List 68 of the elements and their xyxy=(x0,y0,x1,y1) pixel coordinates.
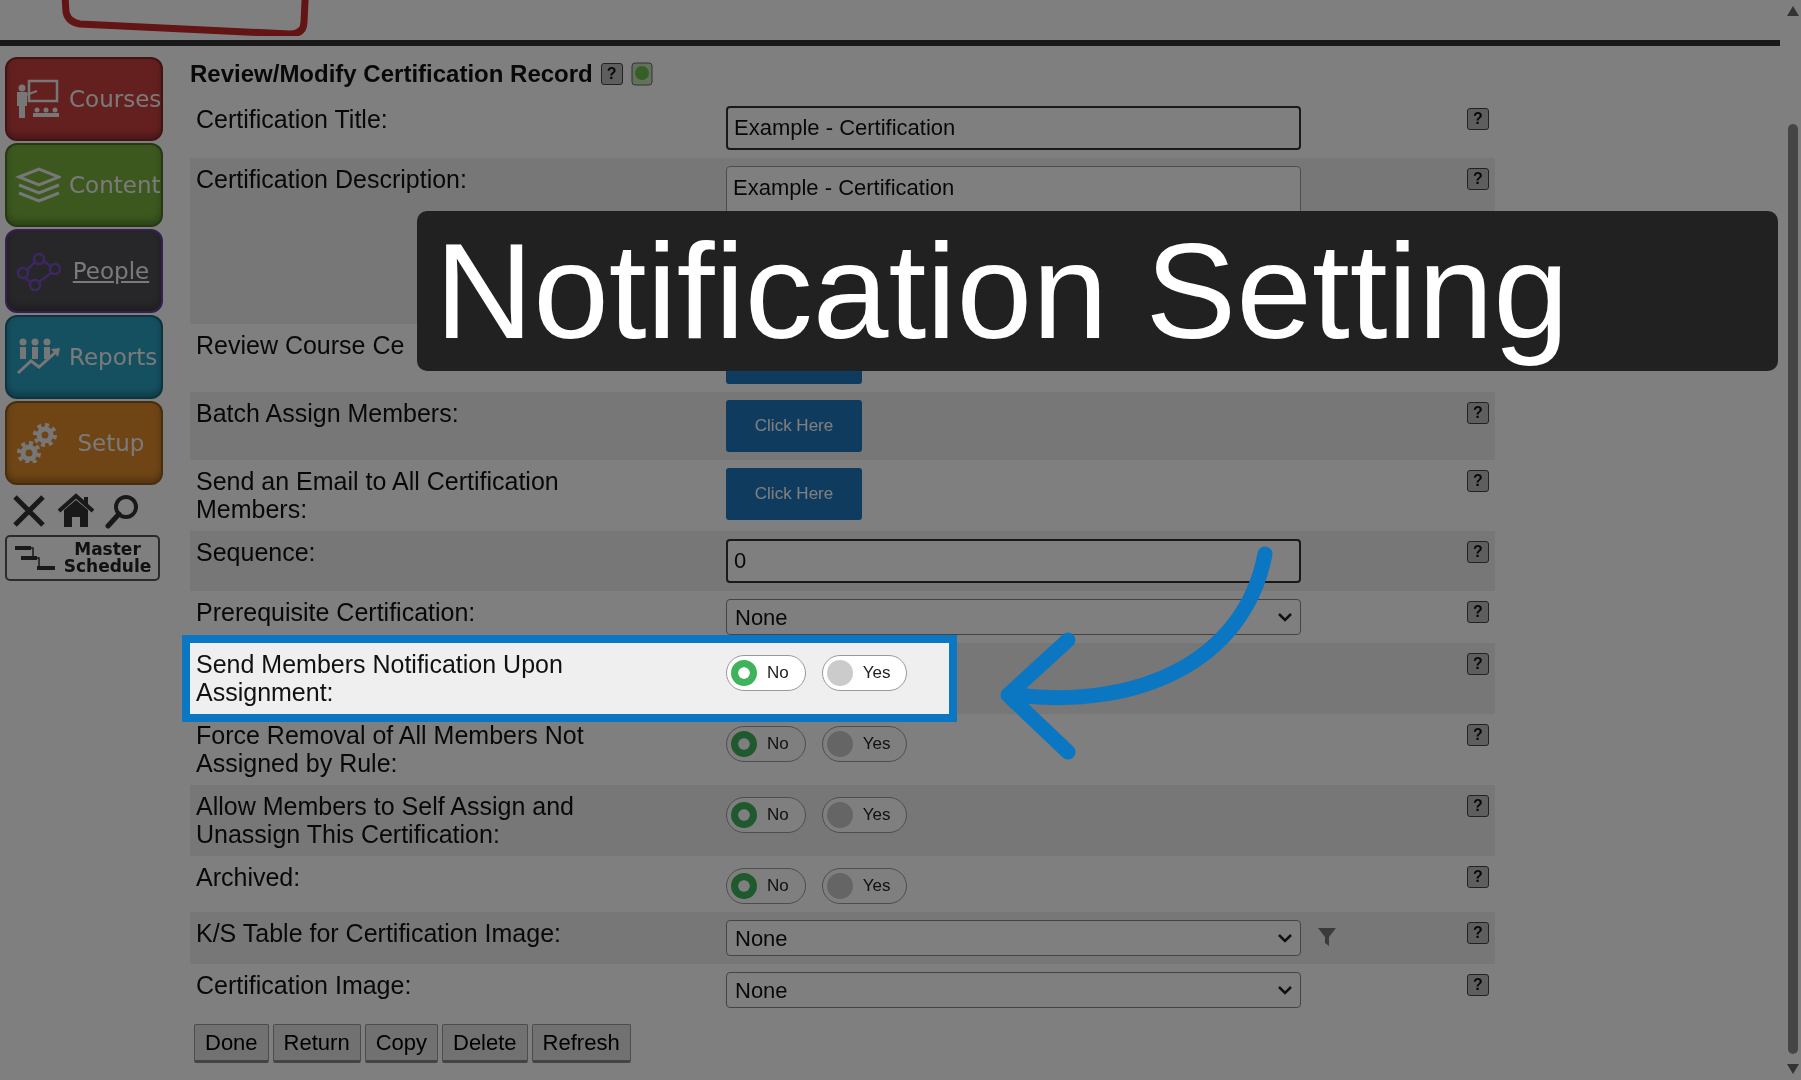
action-button[interactable]: Return xyxy=(272,1024,361,1063)
help-button[interactable]: ? xyxy=(1467,795,1489,817)
master-schedule-button[interactable]: Master Schedule xyxy=(5,535,160,581)
text-field[interactable]: Example - Certification xyxy=(726,106,1301,150)
nav-button[interactable]: People xyxy=(5,229,163,313)
radio-option[interactable]: No xyxy=(726,726,806,762)
scroll-down-icon[interactable] xyxy=(1787,1064,1799,1074)
radio-option[interactable]: Yes xyxy=(821,726,908,762)
nav-button[interactable]: Courses xyxy=(5,57,163,141)
field-label: Send an Email to All Certification Members: xyxy=(196,468,560,523)
gantt-icon xyxy=(13,543,57,573)
action-button[interactable]: Delete xyxy=(442,1024,528,1063)
scrollbar-thumb[interactable] xyxy=(1788,124,1798,1054)
help-button[interactable]: ? xyxy=(1467,974,1489,996)
action-button[interactable]: Copy xyxy=(364,1024,438,1063)
help-button[interactable]: ? xyxy=(1467,601,1489,623)
chevron-icon xyxy=(1278,612,1292,622)
scroll-up-icon[interactable] xyxy=(1787,6,1799,16)
action-button[interactable]: Refresh xyxy=(531,1024,631,1063)
field-label: Force Removal of All Members Not Assigned by Rule: xyxy=(196,722,585,777)
close-icon xyxy=(11,493,47,529)
field-label: Prerequisite Certification: xyxy=(196,599,477,628)
select-field[interactable]: None xyxy=(726,920,1301,956)
teacher-icon xyxy=(15,79,61,119)
click-here-button[interactable]: Click Here xyxy=(726,468,862,520)
accessibility-icon xyxy=(630,62,653,86)
book-stack-icon xyxy=(15,165,61,205)
help-button[interactable]: ? xyxy=(1467,402,1489,424)
help-button[interactable]: ? xyxy=(1467,541,1489,563)
field-label: Certification Image: xyxy=(196,972,413,1001)
chevron-icon xyxy=(1278,985,1292,995)
field-label: Certification Title: xyxy=(196,106,389,135)
radio-option[interactable]: No xyxy=(726,655,806,691)
field-label: Review Course Ce xyxy=(196,332,406,361)
field-label: Send Members Notification Upon Assignment: xyxy=(196,651,564,706)
select-field[interactable]: None xyxy=(726,972,1301,1008)
field-label: K/S Table for Certification Image: xyxy=(196,920,562,949)
network-icon xyxy=(15,251,61,291)
help-button[interactable]: ? xyxy=(1467,108,1489,130)
action-button[interactable]: Done xyxy=(194,1024,269,1063)
help-button[interactable]: ? xyxy=(1467,724,1489,746)
field-label: Archived: xyxy=(196,864,302,893)
page-title: Review/Modify Certification Record xyxy=(190,59,593,89)
chevron-icon xyxy=(1278,933,1292,943)
search-icon xyxy=(105,493,141,529)
field-label: Batch Assign Members: xyxy=(196,400,460,429)
field-label: Allow Members to Self Assign and Unassign This Certification: xyxy=(196,793,575,848)
help-button[interactable]: ? xyxy=(1467,470,1489,492)
text-field[interactable]: 0 xyxy=(726,539,1301,583)
radio-option[interactable]: No xyxy=(726,797,806,833)
select-field[interactable]: None xyxy=(726,599,1301,635)
help-button[interactable]: ? xyxy=(1467,653,1489,675)
radio-option[interactable]: Yes xyxy=(821,797,908,833)
radio-option[interactable]: Yes xyxy=(821,868,908,904)
click-here-button[interactable]: Click Here xyxy=(726,400,862,452)
annotation-title: Notification Setting xyxy=(417,211,1778,371)
help-button[interactable]: ? xyxy=(1467,168,1489,190)
nav-button[interactable]: Content xyxy=(5,143,163,227)
nav-button[interactable]: Setup xyxy=(5,401,163,485)
help-button[interactable]: ? xyxy=(1467,866,1489,888)
home-icon xyxy=(57,493,95,529)
help-button[interactable]: ? xyxy=(600,63,623,85)
radio-option[interactable]: Yes xyxy=(821,655,908,691)
radio-option[interactable]: No xyxy=(726,868,806,904)
help-button[interactable]: ? xyxy=(1467,922,1489,944)
field-label: Sequence: xyxy=(196,539,317,568)
chart-people-icon xyxy=(15,337,61,377)
nav-button[interactable]: Reports xyxy=(5,315,163,399)
